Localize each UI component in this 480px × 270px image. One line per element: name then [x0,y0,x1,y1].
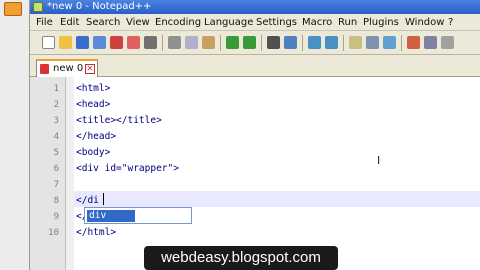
notepadpp-window: *new 0 - Notepad++ File Edit Search View… [30,0,480,270]
ibeam-cursor-icon: I [377,154,381,167]
editor-area[interactable]: 1 2 3 4 5 6 7 8 9 10 <html> <head> <titl… [30,77,480,270]
save-all-icon[interactable] [93,36,106,49]
line-number: 6 [53,164,59,174]
line-number-gutter: 1 2 3 4 5 6 7 8 9 10 [30,77,66,270]
title-bar[interactable]: *new 0 - Notepad++ [30,0,480,14]
close-all-icon[interactable] [127,36,140,49]
zoom-in-icon[interactable] [308,36,321,49]
window-title: *new 0 - Notepad++ [47,1,152,12]
menu-window[interactable]: Window [405,14,444,31]
code-line: </head> [76,131,117,142]
record-macro-icon[interactable] [407,36,420,49]
menu-settings[interactable]: Settings [256,14,297,31]
code-line: </html> [76,227,117,238]
menu-plugins[interactable]: Plugins [363,14,399,31]
menu-help[interactable]: ? [448,14,453,31]
close-icon[interactable] [110,36,123,49]
toolbar-separator [343,35,344,51]
tab-new-0[interactable]: new 0 ✕ [36,59,98,77]
toolbar-separator [220,35,221,51]
fold-margin[interactable] [66,77,74,270]
toolbar-separator [162,35,163,51]
text-caret [103,193,104,205]
line-number: 9 [53,212,59,222]
toolbar-separator [302,35,303,51]
line-number: 10 [48,228,59,238]
app-icon [33,2,43,12]
paste-icon[interactable] [202,36,215,49]
notepadpp-taskbar-icon[interactable] [4,2,22,16]
code-line: <div id="wrapper"> [76,163,179,174]
indent-guide-icon[interactable] [383,36,396,49]
line-number: 2 [53,100,59,110]
line-number: 7 [53,180,59,190]
play-macro-icon[interactable] [424,36,437,49]
menu-bar: File Edit Search View Encoding Language … [30,14,480,31]
menu-search[interactable]: Search [86,14,120,31]
code-line: <title></title> [76,115,162,126]
line-number: 1 [53,84,59,94]
undo-icon[interactable] [226,36,239,49]
new-file-icon[interactable] [42,36,55,49]
tab-bar: new 0 ✕ [30,55,480,77]
menu-edit[interactable]: Edit [60,14,79,31]
autocomplete-item-selected[interactable]: div [87,210,135,222]
cut-icon[interactable] [168,36,181,49]
zoom-out-icon[interactable] [325,36,338,49]
desktop-strip [0,0,30,270]
code-line: <head> [76,99,111,110]
menu-macro[interactable]: Macro [302,14,332,31]
menu-language[interactable]: Language [204,14,253,31]
code-line: <html> [76,83,111,94]
code-line: <body> [76,147,111,158]
print-icon[interactable] [144,36,157,49]
open-file-icon[interactable] [59,36,72,49]
sync-scroll-icon[interactable] [349,36,362,49]
line-number: 3 [53,116,59,126]
replace-icon[interactable] [284,36,297,49]
save-icon[interactable] [76,36,89,49]
wrap-icon[interactable] [366,36,379,49]
menu-encoding[interactable]: Encoding [155,14,201,31]
toolbar [30,31,480,55]
line-number: 4 [53,132,59,142]
toolbar-separator [261,35,262,51]
watermark-caption: webdeasy.blogspot.com [144,246,338,270]
run-macro-icon[interactable] [441,36,454,49]
current-line-highlight [74,191,480,207]
redo-icon[interactable] [243,36,256,49]
menu-file[interactable]: File [36,14,53,31]
autocomplete-popup[interactable]: div [84,207,192,224]
line-number: 8 [53,196,59,206]
toolbar-separator [401,35,402,51]
menu-view[interactable]: View [126,14,150,31]
line-number: 5 [53,148,59,158]
tab-label: new 0 [53,63,84,74]
menu-run[interactable]: Run [338,14,357,31]
unsaved-icon [40,64,49,74]
tab-close-icon[interactable]: ✕ [85,64,95,74]
copy-icon[interactable] [185,36,198,49]
find-icon[interactable] [267,36,280,49]
